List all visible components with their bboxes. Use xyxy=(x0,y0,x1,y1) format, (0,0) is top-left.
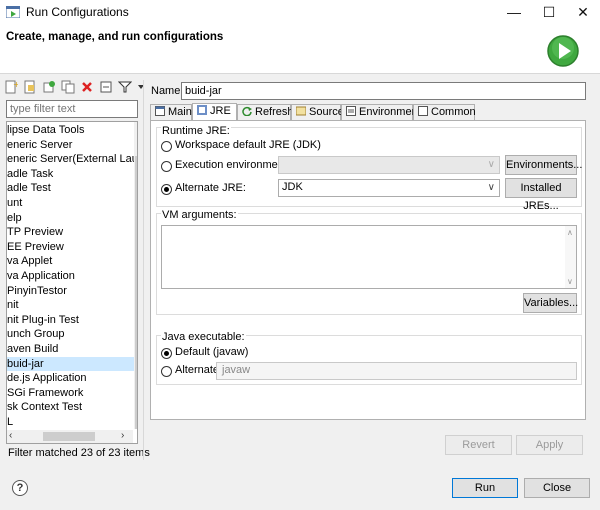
installed-jres-button[interactable]: Installed JREs... xyxy=(505,178,577,212)
filter-icon[interactable] xyxy=(118,80,133,94)
workspace-default-label[interactable]: Workspace default JRE (JDK) xyxy=(175,139,321,151)
alternate-exec-input: javaw xyxy=(216,362,577,380)
scroll-right-icon[interactable]: › xyxy=(121,430,124,441)
tree-item[interactable]: PinyinTestor xyxy=(7,284,134,298)
tab-source[interactable]: Source xyxy=(291,104,344,121)
scroll-thumb[interactable] xyxy=(135,156,137,429)
filter-status: Filter matched 23 of 23 items xyxy=(8,447,150,459)
tree-item[interactable]: lipse Data Tools xyxy=(7,123,134,137)
chevron-down-icon: ∨ xyxy=(487,159,495,170)
tree-item[interactable]: nit xyxy=(7,298,134,312)
tab-refresh[interactable]: Refresh xyxy=(237,104,294,121)
minimize-button[interactable]: — xyxy=(504,3,524,21)
tree-item[interactable]: va Application xyxy=(7,269,134,283)
tree-item[interactable]: buid-jar xyxy=(7,356,134,371)
svg-text:+: + xyxy=(13,80,18,89)
alternate-jre-radio[interactable] xyxy=(161,184,172,195)
tree-item[interactable]: eneric Server(External Launch xyxy=(7,152,137,166)
tree-item[interactable]: L xyxy=(7,415,134,429)
refresh-tab-icon xyxy=(242,106,252,116)
tree-item[interactable]: unch Group xyxy=(7,327,134,341)
alternate-jre-value: JDK xyxy=(282,181,303,193)
tab-common[interactable]: Common xyxy=(413,104,476,121)
name-input[interactable] xyxy=(181,82,586,100)
tree-item[interactable]: eneric Server xyxy=(7,138,134,152)
tree-item[interactable]: de.js Application xyxy=(7,371,134,385)
main-tab-icon xyxy=(155,106,165,116)
vm-args-textarea[interactable]: ∧ ∨ xyxy=(161,225,577,289)
new-prototype-icon[interactable] xyxy=(23,80,37,94)
name-label: Name: xyxy=(151,85,184,97)
export-icon[interactable] xyxy=(42,80,56,94)
source-tab-icon xyxy=(296,106,306,116)
vm-args-label: VM arguments: xyxy=(161,209,238,221)
vm-args-scrollbar[interactable]: ∧ ∨ xyxy=(565,226,576,288)
tree-item[interactable]: sk Context Test xyxy=(7,400,134,414)
delete-icon[interactable] xyxy=(80,80,94,94)
tree-item[interactable]: SGi Framework xyxy=(7,386,134,400)
tree-item[interactable]: adle Task xyxy=(7,167,134,181)
tree-item[interactable]: unt xyxy=(7,196,134,210)
collapse-all-icon[interactable] xyxy=(99,80,113,94)
scroll-left-icon[interactable]: ‹ xyxy=(9,430,12,441)
scroll-up-icon[interactable]: ∧ xyxy=(567,228,573,237)
dropdown-icon[interactable] xyxy=(137,80,145,94)
filter-input[interactable] xyxy=(6,100,138,118)
tree-vertical-scrollbar[interactable]: ▲ xyxy=(134,122,137,429)
duplicate-icon[interactable] xyxy=(61,80,75,94)
maximize-button[interactable]: ☐ xyxy=(539,3,559,21)
tree-item[interactable]: TP Preview xyxy=(7,225,134,239)
default-javaw-radio[interactable] xyxy=(161,348,172,359)
variables-button[interactable]: Variables... xyxy=(523,293,578,313)
scroll-down-icon[interactable]: ∨ xyxy=(567,277,573,286)
execution-env-radio[interactable] xyxy=(161,161,172,172)
alternate-jre-label[interactable]: Alternate JRE: xyxy=(175,182,246,194)
tree-item[interactable]: aven Build xyxy=(7,342,134,356)
eclipse-window-icon xyxy=(6,6,20,18)
alternate-exec-radio[interactable] xyxy=(161,366,172,377)
execution-env-label[interactable]: Execution environment: xyxy=(175,159,290,171)
tree-horizontal-scrollbar[interactable]: ‹ › xyxy=(7,430,133,443)
tab-environment[interactable]: Environment xyxy=(341,104,421,121)
tree-item[interactable]: nit Plug-in Test xyxy=(7,313,134,327)
alternate-exec-label[interactable]: Alternate xyxy=(175,364,219,376)
default-javaw-label[interactable]: Default (javaw) xyxy=(175,346,248,358)
revert-button[interactable]: Revert xyxy=(445,435,512,455)
header-description: Create, manage, and run configurations xyxy=(6,31,224,43)
workspace-default-radio[interactable] xyxy=(161,141,172,152)
tree-item[interactable]: adle Test xyxy=(7,181,134,195)
hscroll-thumb[interactable] xyxy=(43,432,95,441)
environments-button[interactable]: Environments... xyxy=(505,155,582,175)
runtime-jre-label: Runtime JRE: xyxy=(161,125,231,137)
alternate-jre-select[interactable]: JDK ∨ xyxy=(278,179,500,197)
chevron-down-icon: ∨ xyxy=(487,182,495,193)
tab-main[interactable]: Main xyxy=(150,104,192,121)
run-icon xyxy=(547,35,579,67)
execution-env-select: ∨ xyxy=(278,156,500,174)
config-tree[interactable]: lipse Data Tools eneric Server eneric Serv… xyxy=(6,121,138,444)
new-config-icon[interactable]: + xyxy=(4,80,18,94)
jre-tab-panel: Runtime JRE: Workspace default JRE (JDK)… xyxy=(150,120,586,420)
tree-item[interactable]: elp xyxy=(7,211,134,225)
run-button[interactable]: Run xyxy=(452,478,518,498)
window-title: Run Configurations xyxy=(26,5,129,19)
jre-tab-icon xyxy=(197,105,207,115)
help-icon[interactable]: ? xyxy=(12,480,28,496)
close-window-button[interactable]: ✕ xyxy=(573,3,593,21)
apply-button[interactable]: Apply xyxy=(516,435,583,455)
common-tab-icon xyxy=(418,106,428,116)
java-executable-label: Java executable: xyxy=(161,331,246,343)
config-toolbar: + xyxy=(4,80,147,98)
environment-tab-icon xyxy=(346,106,356,116)
tree-item[interactable]: va Applet xyxy=(7,254,134,268)
scroll-up-icon[interactable]: ▲ xyxy=(136,124,137,133)
tree-item[interactable]: EE Preview xyxy=(7,240,134,254)
close-button[interactable]: Close xyxy=(524,478,590,498)
pane-sash[interactable] xyxy=(143,80,144,460)
